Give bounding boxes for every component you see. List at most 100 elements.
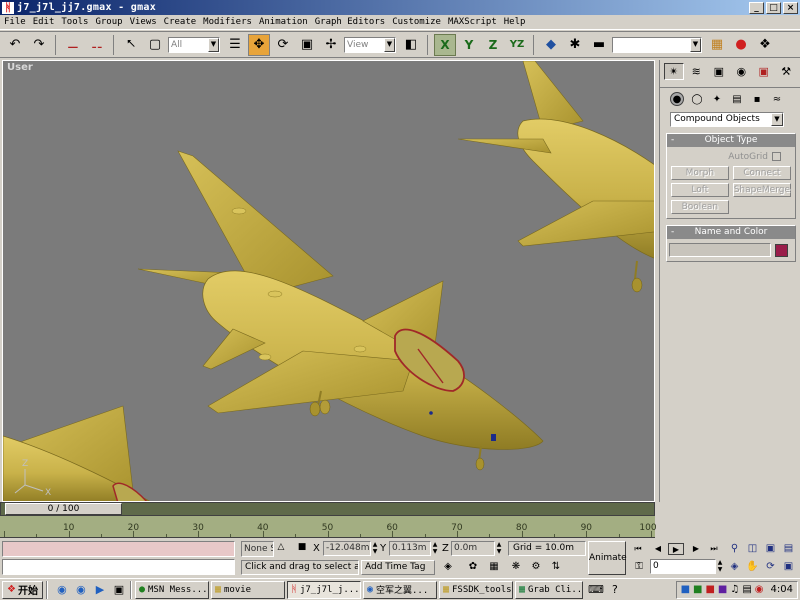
arc-rotate-icon[interactable]: ⟳ <box>763 559 778 574</box>
align-icon[interactable]: ◆ <box>540 34 562 56</box>
lock-selection-icon[interactable]: △ <box>275 542 287 556</box>
next-frame-icon[interactable]: ▶ <box>688 543 704 555</box>
task-msn[interactable]: ● MSN Mess... <box>134 580 209 599</box>
close-button[interactable]: × <box>783 1 798 14</box>
menu-graph-editors[interactable]: Graph Editors <box>311 17 388 27</box>
task-browser[interactable]: ◉ 空军之翼... <box>362 580 437 599</box>
axis-yz-button[interactable]: YZ <box>506 34 528 56</box>
go-to-start-icon[interactable]: ⏮ <box>630 543 646 555</box>
quick-render-icon[interactable]: ❖ <box>754 34 776 56</box>
object-color-swatch[interactable] <box>775 243 788 257</box>
undo-icon[interactable]: ↶ <box>4 34 26 56</box>
add-time-tag-button[interactable]: Add Time Tag <box>361 560 435 575</box>
zoom-all-icon[interactable]: ◫ <box>745 541 760 556</box>
shapemerge-button[interactable]: ShapeMerge <box>732 183 791 197</box>
task-fssdk-folder[interactable]: ▦ FSSDK_tools <box>438 580 513 599</box>
connect-button[interactable]: Connect <box>732 166 791 180</box>
volume-icon[interactable]: ♫ <box>730 584 739 595</box>
menu-maxscript[interactable]: MAXScript <box>444 17 500 27</box>
key-mode-icon[interactable]: ⚿ <box>631 559 647 574</box>
aircraft-lower-left[interactable] <box>3 405 153 502</box>
aircraft-upper-right[interactable] <box>457 61 655 293</box>
pivot-icon[interactable]: ✢ <box>320 34 342 56</box>
utilities-tab-icon[interactable]: ⚒ <box>776 63 795 80</box>
maximize-button[interactable]: □ <box>766 1 781 14</box>
region-select-icon[interactable]: ▢ <box>144 34 166 56</box>
go-to-end-icon[interactable]: ⏭ <box>706 543 722 555</box>
maxscript-listener-input[interactable] <box>2 559 235 575</box>
select-by-name-icon[interactable]: ☰ <box>224 34 246 56</box>
y-coordinate-field[interactable]: 0.113m <box>389 541 431 556</box>
shapes-icon[interactable]: ◯ <box>690 92 704 106</box>
start-button[interactable]: ❖ 开始 <box>2 580 43 599</box>
help-icon[interactable]: ? <box>607 582 623 598</box>
snap-toggle-icon[interactable]: ▦ <box>486 559 502 575</box>
menu-help[interactable]: Help <box>500 17 529 27</box>
menu-modifiers[interactable]: Modifiers <box>199 17 255 27</box>
aircraft-main[interactable] <box>137 150 544 471</box>
snap-icon[interactable]: ✱ <box>564 34 586 56</box>
menu-views[interactable]: Views <box>126 17 160 27</box>
z-spinner-icon[interactable]: ▲ ▼ <box>495 541 503 556</box>
selection-filter-dropdown[interactable]: All ▼ <box>168 36 220 53</box>
unlink-icon[interactable]: ⚋ <box>86 34 108 56</box>
task-grab-clip[interactable]: ▦ Grab Cli... <box>514 580 583 599</box>
zoom-extents-icon[interactable]: ▣ <box>763 541 778 556</box>
maxscript-listener-output[interactable] <box>2 541 235 557</box>
maximize-viewport-icon[interactable]: ▣ <box>781 559 796 574</box>
hierarchy-tab-icon[interactable]: ▣ <box>709 63 728 80</box>
current-frame-field[interactable]: 0 <box>650 559 716 574</box>
time-slider-thumb[interactable]: 0 / 100 <box>5 503 122 515</box>
track-bar[interactable]: 10 20 30 40 50 60 70 80 90 100 <box>0 516 657 538</box>
menu-file[interactable]: File <box>0 17 29 27</box>
menu-animation[interactable]: Animation <box>255 17 311 27</box>
object-name-input[interactable] <box>669 243 771 257</box>
keyboard-icon[interactable]: ⌨ <box>588 582 604 598</box>
geometry-icon[interactable]: ● <box>670 92 684 106</box>
pan-icon[interactable]: ✋ <box>745 559 760 574</box>
boolean-button[interactable]: Boolean <box>671 200 729 214</box>
menu-create[interactable]: Create <box>160 17 200 27</box>
tray-app-icon[interactable]: ■ <box>693 584 702 595</box>
ie-quicklaunch-icon[interactable]: ◉ <box>54 582 70 598</box>
eraser-icon[interactable]: ▬ <box>588 34 610 56</box>
morph-button[interactable]: Morph <box>671 166 729 180</box>
previous-frame-icon[interactable]: ◀ <box>650 543 666 555</box>
antivirus-icon[interactable]: ◉ <box>755 584 764 595</box>
magnet-icon[interactable]: ✿ <box>465 559 481 575</box>
reference-coordinate-dropdown[interactable]: View ▼ <box>344 36 396 53</box>
zoom-icon[interactable]: ⚲ <box>727 541 742 556</box>
redo-icon[interactable]: ↷ <box>28 34 50 56</box>
gmax-app-icon[interactable]: ᚻ <box>2 1 14 14</box>
create-tab-icon[interactable]: ✴ <box>664 63 684 80</box>
time-slider[interactable]: 0 / 100 <box>0 502 655 516</box>
motion-tab-icon[interactable]: ◉ <box>732 63 751 80</box>
percent-snap-icon[interactable]: ⚙ <box>528 559 544 575</box>
desktop-quicklaunch-icon[interactable]: ▣ <box>111 582 127 598</box>
menu-tools[interactable]: Tools <box>57 17 91 27</box>
menu-group[interactable]: Group <box>91 17 125 27</box>
display-tab-icon[interactable]: ▣ <box>754 63 773 80</box>
tray-app-icon[interactable]: ■ <box>705 584 714 595</box>
angle-snap-icon[interactable]: ❋ <box>508 559 524 575</box>
task-gmax[interactable]: ᚻ j7_j7l_j... <box>286 580 361 599</box>
named-selection-dropdown[interactable]: ▼ <box>612 36 702 53</box>
select-arrow-icon[interactable]: ⭦ <box>120 34 142 56</box>
axis-x-button[interactable]: X <box>434 33 456 56</box>
selection-lock-icon[interactable]: ◈ <box>440 559 456 575</box>
loft-button[interactable]: Loft <box>671 183 729 197</box>
axis-y-button[interactable]: Y <box>458 34 480 56</box>
outlook-quicklaunch-icon[interactable]: ◉ <box>73 582 89 598</box>
absolute-mode-icon[interactable]: ■ <box>296 542 308 556</box>
lights-icon[interactable]: ✦ <box>710 92 724 106</box>
cameras-icon[interactable]: ▤ <box>730 92 744 106</box>
x-coordinate-field[interactable]: -12.048m <box>323 541 371 556</box>
z-coordinate-field[interactable]: 0.0m <box>451 541 495 556</box>
move-icon[interactable]: ✥ <box>248 33 270 56</box>
object-category-dropdown[interactable]: Compound Objects ▼ <box>670 112 784 127</box>
name-color-header[interactable]: - Name and Color <box>667 226 795 239</box>
modify-tab-icon[interactable]: ≋ <box>687 63 706 80</box>
spacewarps-icon[interactable]: ≈ <box>770 92 784 106</box>
y-spinner-icon[interactable]: ▲ ▼ <box>431 541 439 556</box>
mirror-icon[interactable]: ◧ <box>400 34 422 56</box>
